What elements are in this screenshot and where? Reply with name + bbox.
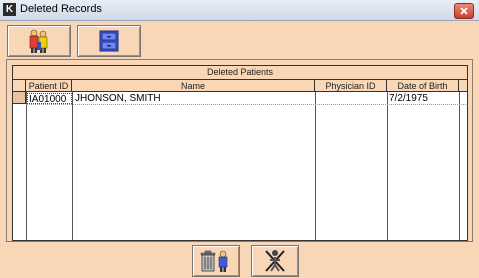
row-separator (26, 104, 466, 105)
patients-button[interactable] (7, 25, 71, 57)
file-cabinet-icon (99, 30, 119, 52)
column-divider (26, 92, 27, 240)
exit-button[interactable] (251, 245, 299, 277)
row-selector[interactable] (13, 92, 26, 104)
records-button[interactable] (77, 25, 141, 57)
column-divider (459, 92, 460, 240)
close-button[interactable] (454, 3, 474, 19)
trash-delete-icon (200, 250, 228, 272)
close-icon (460, 7, 468, 15)
window-title: Deleted Records (20, 3, 102, 15)
people-group-icon (29, 29, 48, 53)
exit-figure-icon (265, 250, 285, 272)
title-bar: K Deleted Records (0, 0, 479, 21)
cell-name[interactable]: JHONSON, SMITH (75, 93, 313, 104)
deleted-records-window: K Deleted Records Deleted Patients Patie… (0, 0, 479, 278)
table-panel: Deleted Patients Patient ID Name Physici… (6, 59, 473, 242)
table-caption: Deleted Patients (13, 66, 467, 80)
header-corner (13, 80, 26, 92)
cell-date-of-birth[interactable]: 7/2/1975 (389, 93, 457, 104)
column-header-physician-id[interactable]: Physician ID (315, 80, 387, 92)
column-header-date-of-birth[interactable]: Date of Birth (387, 80, 459, 92)
cell-physician-id[interactable] (318, 93, 386, 104)
delete-button[interactable] (192, 245, 240, 277)
column-header-filler (459, 80, 467, 92)
column-divider (387, 92, 388, 240)
column-divider (72, 92, 73, 240)
column-divider (315, 92, 316, 240)
column-header-name[interactable]: Name (72, 80, 315, 92)
column-header-patient-id[interactable]: Patient ID (26, 80, 72, 92)
app-icon: K (3, 3, 16, 16)
cell-patient-id[interactable]: IA01000 (27, 93, 72, 105)
deleted-patients-table: Deleted Patients Patient ID Name Physici… (12, 65, 468, 241)
